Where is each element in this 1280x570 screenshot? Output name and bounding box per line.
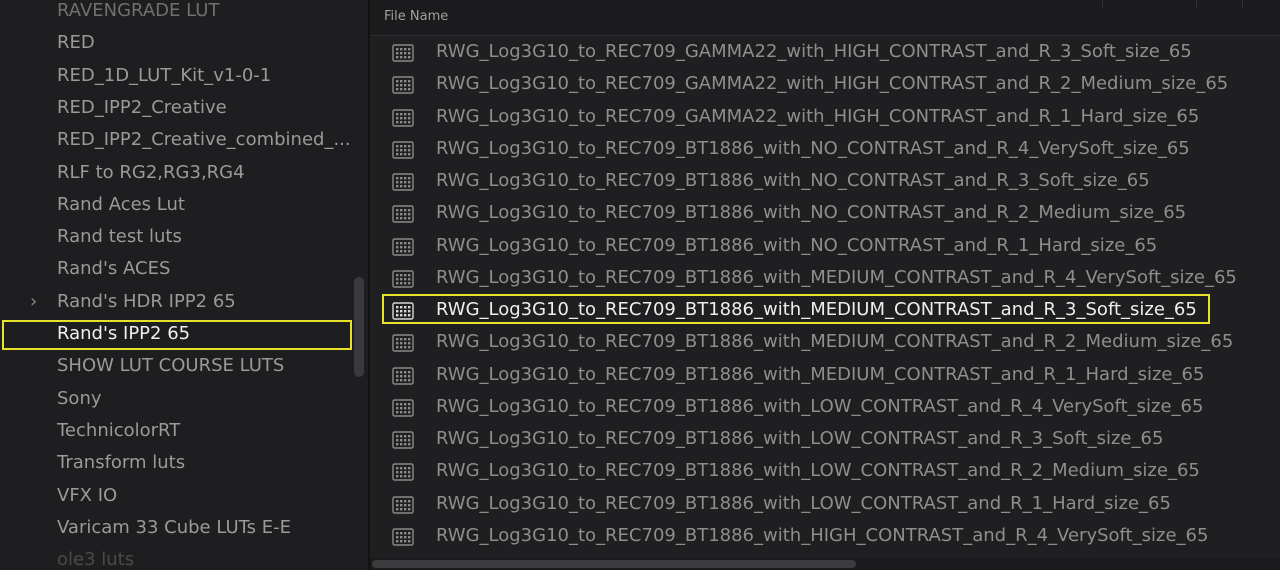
file-name-label: RWG_Log3G10_to_REC709_BT1886_with_LOW_CO…	[436, 492, 1171, 514]
folder-item-label: VFX IO	[57, 484, 118, 506]
folder-item-label: Sony	[57, 387, 102, 409]
file-row[interactable]: RWG_Log3G10_to_REC709_BT1886_with_LOW_CO…	[370, 455, 1280, 487]
file-row[interactable]: RWG_Log3G10_to_REC709_BT1886_with_HIGH_C…	[370, 520, 1280, 552]
folder-tree-scrollbar-thumb[interactable]	[354, 277, 364, 377]
file-row[interactable]: RWG_Log3G10_to_REC709_BT1886_with_NO_CON…	[370, 133, 1280, 165]
folder-item[interactable]: ole3 luts	[0, 544, 352, 570]
lut-grid-icon	[392, 141, 414, 159]
column-separator[interactable]	[1196, 0, 1197, 8]
file-row[interactable]: RWG_Log3G10_to_REC709_BT1886_with_NO_CON…	[370, 230, 1280, 262]
file-row[interactable]: RWG_Log3G10_to_REC709_GAMMA22_with_HIGH_…	[370, 101, 1280, 133]
file-name-label: RWG_Log3G10_to_REC709_BT1886_with_MEDIUM…	[436, 331, 1234, 353]
lut-grid-icon	[392, 495, 414, 514]
chevron-right-icon[interactable]: ›	[30, 286, 37, 318]
file-list-header: File Name	[370, 0, 1280, 36]
lut-grid-icon	[392, 205, 414, 223]
folder-item-label: RAVENGRADE LUT	[57, 0, 220, 21]
folder-item[interactable]: Varicam 33 Cube LUTs E-E	[0, 512, 352, 544]
folder-item-label: TechnicolorRT	[57, 419, 181, 441]
file-name-label: RWG_Log3G10_to_REC709_BT1886_with_MEDIUM…	[436, 266, 1237, 288]
folder-item[interactable]: Sony	[0, 383, 352, 415]
lut-grid-icon	[392, 334, 414, 352]
folder-item-label: SHOW LUT COURSE LUTS	[57, 355, 285, 377]
folder-item-label: Rand test luts	[57, 226, 182, 248]
folder-item-label: Rand Aces Lut	[57, 193, 185, 215]
folder-item[interactable]: › Rand's HDR IPP2 65	[0, 286, 352, 318]
folder-item[interactable]: SHOW LUT COURSE LUTS	[0, 350, 352, 382]
column-separator[interactable]	[1242, 0, 1243, 8]
lut-grid-icon	[392, 528, 414, 546]
folder-item[interactable]: TechnicolorRT	[0, 415, 352, 447]
lut-grid-icon	[392, 431, 414, 449]
file-name-label: RWG_Log3G10_to_REC709_GAMMA22_with_HIGH_…	[436, 73, 1229, 95]
lut-grid-icon	[392, 399, 414, 417]
lut-grid-icon	[392, 463, 414, 481]
column-header-file-name[interactable]: File Name	[384, 9, 448, 24]
file-selection-highlight	[382, 294, 1210, 324]
lut-grid-icon	[392, 108, 414, 127]
folder-item-label: Rand's HDR IPP2 65	[57, 290, 236, 312]
lut-grid-icon	[392, 270, 414, 288]
lut-grid-icon	[392, 366, 414, 385]
horizontal-scrollbar-thumb[interactable]	[372, 560, 856, 568]
file-name-label: RWG_Log3G10_to_REC709_BT1886_with_LOW_CO…	[436, 460, 1200, 482]
file-name-label: RWG_Log3G10_to_REC709_BT1886_with_NO_CON…	[436, 234, 1158, 256]
file-name-label: RWG_Log3G10_to_REC709_GAMMA22_with_HIGH_…	[436, 41, 1192, 62]
file-row[interactable]: RWG_Log3G10_to_REC709_BT1886_with_NO_CON…	[370, 197, 1280, 229]
folder-item-label: Varicam 33 Cube LUTs E-E	[57, 516, 292, 538]
folder-tree-panel: RAVENGRADE LUT RED RED_1D_LUT_Kit_v1-0-1 RE…	[0, 0, 368, 570]
folder-item-label: RED_IPP2_Creative	[57, 96, 227, 118]
folder-item[interactable]: RED_IPP2_Creative	[0, 92, 352, 124]
file-name-label: RWG_Log3G10_to_REC709_BT1886_with_LOW_CO…	[436, 428, 1164, 449]
lut-grid-icon	[392, 173, 414, 191]
file-name-label: RWG_Log3G10_to_REC709_BT1886_with_NO_CON…	[436, 170, 1150, 191]
folder-selection-highlight	[2, 320, 352, 350]
file-row[interactable]: RWG_Log3G10_to_REC709_BT1886_with_NO_CON…	[370, 165, 1280, 197]
folder-item[interactable]: RED_1D_LUT_Kit_v1-0-1	[0, 60, 352, 92]
folder-item[interactable]: RED_IPP2_Creative_combined_...	[0, 124, 352, 156]
file-row[interactable]: RWG_Log3G10_to_REC709_GAMMA22_with_HIGH_…	[370, 68, 1280, 100]
folder-item[interactable]: Rand test luts	[0, 221, 352, 253]
file-row[interactable]: RWG_Log3G10_to_REC709_BT1886_with_LOW_CO…	[370, 391, 1280, 423]
folder-item-label: Transform luts	[57, 452, 186, 474]
file-row[interactable]: RWG_Log3G10_to_REC709_BT1886_with_MEDIUM…	[370, 359, 1280, 391]
file-row[interactable]: RWG_Log3G10_to_REC709_BT1886_with_LOW_CO…	[370, 488, 1280, 520]
file-name-label: RWG_Log3G10_to_REC709_GAMMA22_with_HIGH_…	[436, 105, 1200, 127]
file-row[interactable]: RWG_Log3G10_to_REC709_BT1886_with_MEDIUM…	[370, 262, 1280, 294]
folder-item-label: RED_IPP2_Creative_combined_...	[57, 129, 351, 151]
folder-item-label: RED_1D_LUT_Kit_v1-0-1	[57, 64, 272, 86]
file-row[interactable]: RWG_Log3G10_to_REC709_BT1886_with_MEDIUM…	[370, 326, 1280, 358]
file-name-label: RWG_Log3G10_to_REC709_BT1886_with_NO_CON…	[436, 202, 1187, 224]
folder-item[interactable]: RAVENGRADE LUT	[0, 0, 352, 27]
folder-item[interactable]: VFX IO	[0, 480, 352, 512]
lut-grid-icon	[392, 44, 414, 62]
folder-item-label: Rand's ACES	[57, 258, 171, 280]
folder-item[interactable]: RLF to RG2,RG3,RG4	[0, 157, 352, 189]
file-name-label: RWG_Log3G10_to_REC709_BT1886_with_MEDIUM…	[436, 363, 1205, 385]
lut-grid-icon	[392, 76, 414, 94]
folder-item[interactable]: Rand Aces Lut	[0, 189, 352, 221]
column-separator[interactable]	[1102, 0, 1103, 8]
folder-item[interactable]: Rand's ACES	[0, 253, 352, 285]
folder-item[interactable]: RED	[0, 27, 352, 59]
folder-item-label: RLF to RG2,RG3,RG4	[57, 161, 245, 183]
file-name-label: RWG_Log3G10_to_REC709_BT1886_with_LOW_CO…	[436, 395, 1204, 417]
file-name-label: RWG_Log3G10_to_REC709_BT1886_with_HIGH_C…	[436, 524, 1209, 546]
file-row[interactable]: RWG_Log3G10_to_REC709_GAMMA22_with_HIGH_…	[370, 36, 1280, 68]
lut-grid-icon	[392, 237, 414, 256]
folder-item[interactable]: Transform luts	[0, 447, 352, 479]
folder-item-label: ole3 luts	[57, 549, 135, 570]
file-row[interactable]: RWG_Log3G10_to_REC709_BT1886_with_LOW_CO…	[370, 423, 1280, 455]
file-list-panel: File Name RWG_Log3G10_to_REC709_GAMMA22_…	[370, 0, 1280, 570]
folder-item-label: RED	[57, 32, 95, 54]
file-name-label: RWG_Log3G10_to_REC709_BT1886_with_NO_CON…	[436, 137, 1190, 159]
